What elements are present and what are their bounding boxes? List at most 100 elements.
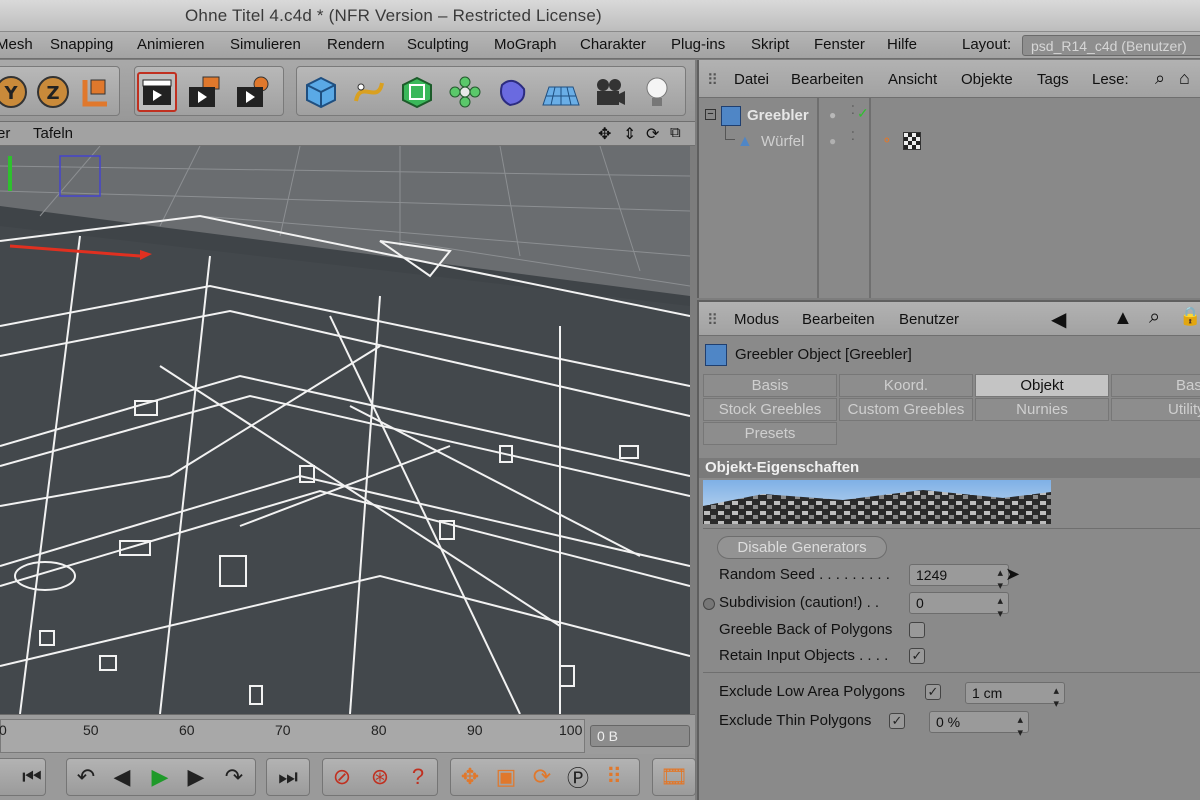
stepper-arrows-icon[interactable]: ▴ ▾ (997, 566, 1003, 592)
search-icon[interactable]: ⌕ (1149, 306, 1160, 329)
obj-menu-ansicht[interactable]: Ansicht (888, 71, 937, 88)
menu-simulieren[interactable]: Simulieren (230, 36, 301, 53)
play-icon[interactable]: ▶ (145, 762, 175, 792)
exclude-thin-field[interactable]: 0 % ▴ ▾ (929, 711, 1029, 739)
random-seed-field[interactable]: 1249 ▴ ▾ (909, 564, 1009, 592)
collapse-icon[interactable]: − (705, 109, 716, 120)
key-position-icon[interactable]: ✥ (455, 762, 485, 792)
tab-presets[interactable]: Presets (703, 422, 837, 445)
rotate-y-icon[interactable]: Y (0, 72, 31, 112)
tab-objekt[interactable]: Objekt (975, 374, 1109, 397)
go-to-end-icon[interactable]: ⏭ (273, 762, 303, 792)
subdivision-icon[interactable] (397, 72, 437, 112)
attr-menu-modus[interactable]: Modus (734, 311, 779, 328)
floor-icon[interactable] (541, 72, 581, 112)
light-icon[interactable] (637, 72, 677, 112)
menu-sculpting[interactable]: Sculpting (407, 36, 469, 53)
render-view-icon[interactable] (137, 72, 177, 112)
menu-mograph[interactable]: MoGraph (494, 36, 557, 53)
record-key-icon[interactable]: ⊘ (327, 762, 357, 792)
obj-menu-datei[interactable]: Datei (734, 71, 769, 88)
menu-plugins[interactable]: Plug-ins (671, 36, 725, 53)
menu-animieren[interactable]: Animieren (137, 36, 205, 53)
key-rotation-icon[interactable]: ⟳ (527, 762, 557, 792)
enabled-check-icon[interactable]: ✓ (857, 105, 869, 122)
render-visibility-icon[interactable]: ⁚ (851, 129, 855, 143)
editor-visibility-icon[interactable]: ● (829, 134, 836, 148)
stepper-arrows-icon[interactable]: ▴ ▾ (1053, 684, 1059, 710)
up-arrow-icon[interactable]: ▲ (1113, 307, 1133, 330)
back-arrow-icon[interactable]: ◀ (1051, 307, 1066, 332)
subdivision-field[interactable]: 0 ▴ ▾ (909, 592, 1009, 620)
retain-input-checkbox[interactable]: ✓ (909, 648, 925, 664)
obj-menu-objekte[interactable]: Objekte (961, 71, 1013, 88)
object-row-wuerfel[interactable]: ▲ Würfel ● ⁚ ⚬ (705, 126, 1165, 156)
tab-custom-greebles[interactable]: Custom Greebles (839, 398, 973, 421)
autokey-icon[interactable]: ⊛ (365, 762, 395, 792)
timeline-window-icon[interactable]: 🎞 (659, 762, 689, 792)
coordinate-system-icon[interactable] (75, 72, 115, 112)
search-icon[interactable]: ⌕ (1155, 68, 1165, 89)
cloner-icon[interactable] (445, 72, 485, 112)
key-pla-icon[interactable]: ⠿ (599, 762, 629, 792)
exclude-thin-checkbox[interactable]: ✓ (889, 713, 905, 729)
stepper-arrows-icon[interactable]: ▴ ▾ (997, 594, 1003, 620)
render-settings-icon[interactable] (233, 72, 273, 112)
render-picture-viewer-icon[interactable] (185, 72, 225, 112)
render-visibility-icon[interactable]: ⁚ (851, 103, 855, 117)
maximize-view-icon[interactable]: ⧉ (670, 124, 681, 141)
tab-basis[interactable]: Basis (703, 374, 837, 397)
move-view-icon[interactable]: ✥ (598, 124, 611, 144)
spline-pen-icon[interactable] (349, 72, 389, 112)
menu-skript[interactable]: Skript (751, 36, 789, 53)
tab-nurnies[interactable]: Nurnies (975, 398, 1109, 421)
stepper-arrows-icon[interactable]: ▴ ▾ (1017, 713, 1023, 739)
rotate-view-icon[interactable]: ⟳ (646, 124, 659, 144)
attr-menu-benutzer[interactable]: Benutzer (899, 311, 959, 328)
greeble-back-checkbox[interactable] (909, 622, 925, 638)
editor-visibility-icon[interactable]: ● (829, 108, 836, 122)
menu-hilfe[interactable]: Hilfe (887, 36, 917, 53)
exclude-low-area-checkbox[interactable]: ✓ (925, 684, 941, 700)
object-row-greebler[interactable]: − Greebler ● ⁚ ✓ (705, 103, 1165, 130)
menu-charakter[interactable]: Charakter (580, 36, 646, 53)
obj-menu-bearbeiten[interactable]: Bearbeiten (791, 71, 864, 88)
previous-frame-icon[interactable]: ◀ (107, 762, 137, 792)
timeline-ruler[interactable]: 0 50 60 70 80 90 100 (0, 719, 585, 753)
drag-handle-icon[interactable]: ⠿ (707, 71, 718, 89)
deformer-icon[interactable] (493, 72, 533, 112)
menu-mesh[interactable]: Mesh (0, 36, 33, 53)
home-icon[interactable]: ⌂ (1179, 68, 1190, 89)
camera-icon[interactable] (589, 72, 629, 112)
key-help-icon[interactable]: ? (403, 762, 433, 792)
viewport-menu-filter[interactable]: er (0, 125, 10, 142)
object-name[interactable]: Würfel (761, 133, 804, 150)
menu-snapping[interactable]: Snapping (50, 36, 113, 53)
rotate-z-icon[interactable]: Z (33, 72, 73, 112)
drag-handle-icon[interactable]: ⠿ (707, 311, 718, 329)
object-name[interactable]: Greebler (747, 107, 809, 124)
animation-key-icon[interactable] (703, 598, 715, 610)
menu-rendern[interactable]: Rendern (327, 36, 385, 53)
phong-tag-icon[interactable]: ⚬ (881, 132, 893, 149)
material-tag-icon[interactable] (903, 132, 921, 150)
lock-icon[interactable]: 🔒 (1179, 306, 1200, 327)
attr-menu-bearbeiten[interactable]: Bearbeiten (802, 311, 875, 328)
3d-viewport[interactable] (0, 146, 690, 714)
key-parameter-icon[interactable]: Ⓟ (563, 762, 593, 792)
menu-fenster[interactable]: Fenster (814, 36, 865, 53)
disable-generators-button[interactable]: Disable Generators (717, 536, 887, 559)
previous-key-icon[interactable]: ↶ (71, 762, 101, 792)
exclude-low-area-field[interactable]: 1 cm ▴ ▾ (965, 682, 1065, 710)
tab-base[interactable]: Base (1111, 374, 1200, 397)
next-frame-icon[interactable]: ▶ (181, 762, 211, 792)
obj-menu-tags[interactable]: Tags (1037, 71, 1069, 88)
zoom-view-icon[interactable]: ⇕ (623, 124, 636, 144)
layout-dropdown[interactable]: psd_R14_c4d (Benutzer) (1022, 35, 1200, 56)
tab-stock-greebles[interactable]: Stock Greebles (703, 398, 837, 421)
tab-utility[interactable]: Utility (1111, 398, 1200, 421)
current-frame-field[interactable]: 0 B (590, 725, 690, 747)
key-scale-icon[interactable]: ▣ (491, 762, 521, 792)
go-to-start-icon[interactable]: ⏮ (17, 762, 47, 792)
tab-koord[interactable]: Koord. (839, 374, 973, 397)
